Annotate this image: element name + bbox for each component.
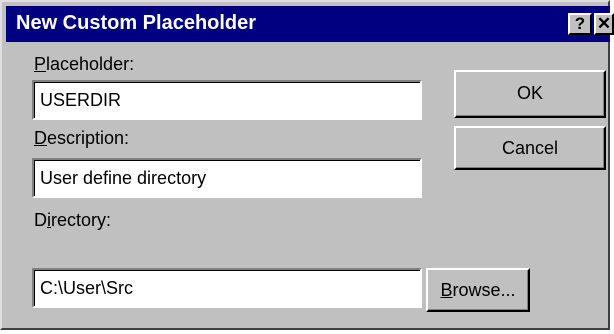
title-bar[interactable]: New Custom Placeholder ? ✕ (6, 6, 614, 42)
placeholder-label-text: laceholder: (46, 54, 135, 74)
directory-input[interactable]: C:\User\Src (32, 268, 422, 308)
close-button[interactable]: ✕ (594, 13, 614, 35)
question-mark-icon: ? (574, 14, 586, 33)
browse-button-label: rowse... (452, 280, 516, 300)
placeholder-input[interactable]: USERDIR (32, 80, 422, 120)
browse-button-hotkey: B (440, 280, 453, 300)
directory-label: Directory: (34, 210, 111, 231)
directory-label-text: rectory: (51, 210, 112, 230)
ok-button-label: OK (516, 83, 543, 103)
close-icon: ✕ (596, 14, 612, 33)
description-input[interactable]: User define directory (32, 158, 422, 198)
description-label-text: escription: (47, 128, 130, 148)
dialog-title: New Custom Placeholder (16, 12, 257, 34)
browse-button[interactable]: Browse... (426, 268, 530, 312)
directory-label-start: D (34, 210, 47, 230)
placeholder-label-hotkey: P (34, 54, 47, 74)
cancel-button-label: Cancel (501, 138, 559, 158)
cancel-button[interactable]: Cancel (454, 126, 606, 170)
help-button[interactable]: ? (568, 13, 592, 35)
ok-button[interactable]: OK (454, 70, 606, 118)
description-label-hotkey: D (34, 128, 47, 148)
placeholder-label: Placeholder: (34, 54, 134, 75)
description-label: Description: (34, 128, 129, 149)
new-custom-placeholder-dialog: New Custom Placeholder ? ✕ Placeholder: … (0, 0, 614, 330)
